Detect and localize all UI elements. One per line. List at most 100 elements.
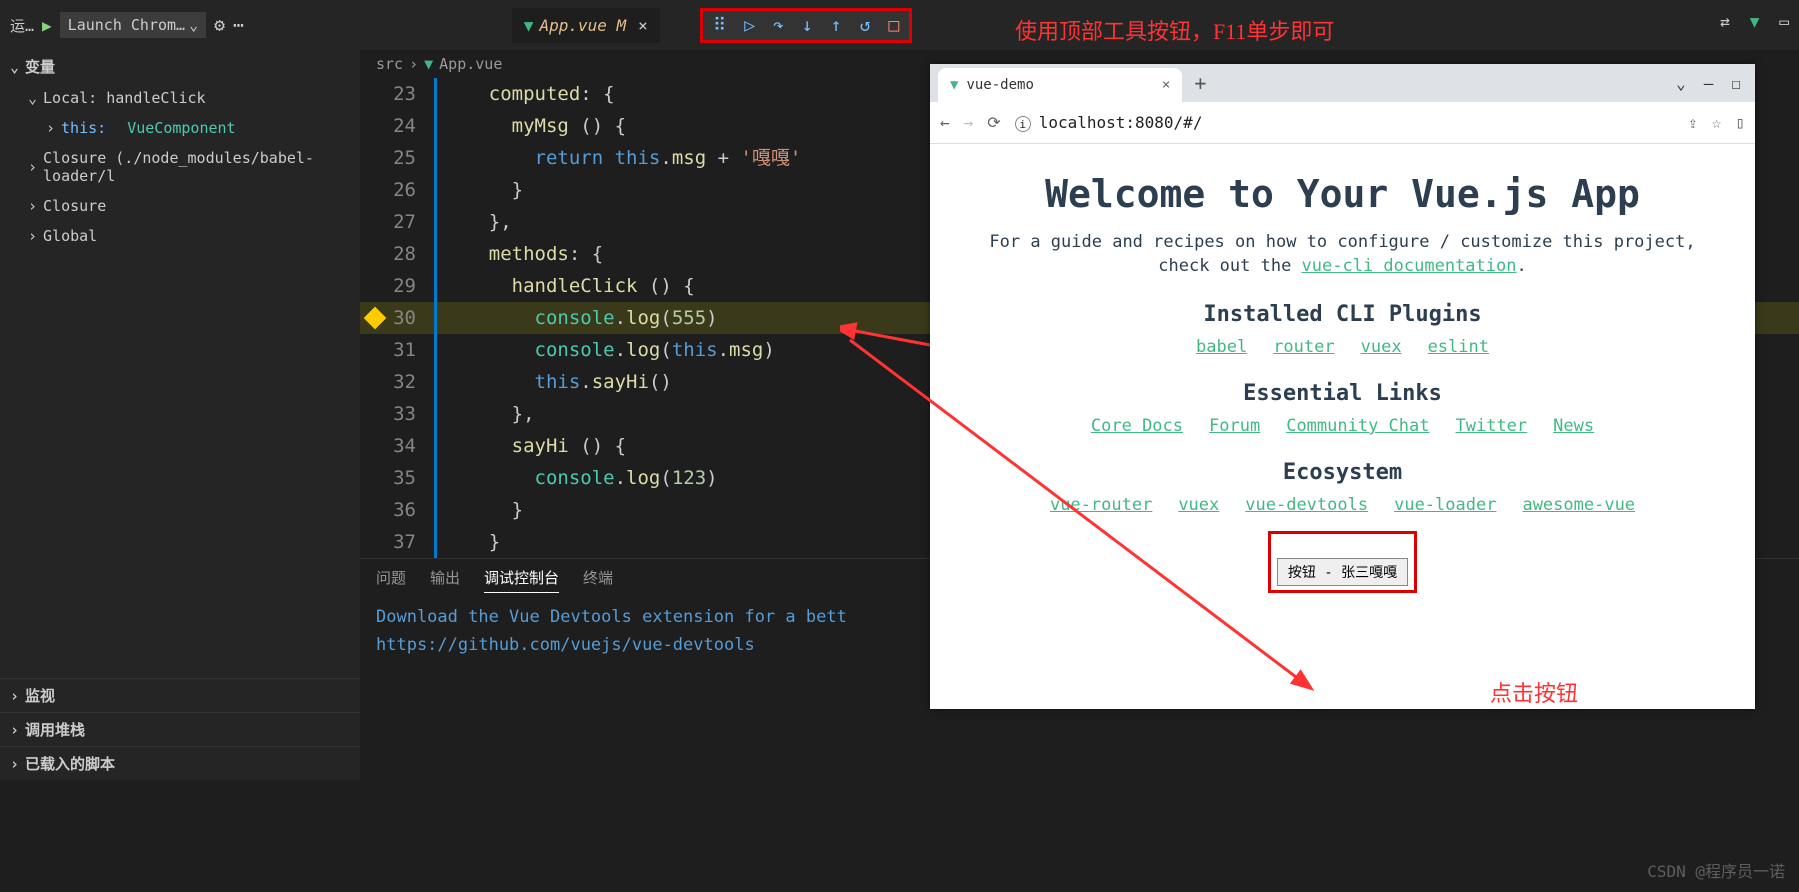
breakpoint-gutter[interactable] xyxy=(360,142,390,174)
restart-icon[interactable]: ↺ xyxy=(860,15,871,36)
section-loaded-scripts[interactable]: ›已载入的脚本 xyxy=(0,746,360,780)
code-text: console.log(555) xyxy=(434,302,718,334)
minimize-icon[interactable]: — xyxy=(1704,74,1714,93)
reload-icon[interactable]: ⟳ xyxy=(987,113,1000,132)
page-link[interactable]: Forum xyxy=(1209,416,1260,436)
play-icon[interactable]: ▶ xyxy=(42,16,52,35)
code-text: computed: { xyxy=(434,78,615,110)
breakpoint-gutter[interactable] xyxy=(360,462,390,494)
section-watch-label: 监视 xyxy=(25,685,55,706)
page-link[interactable]: Twitter xyxy=(1456,416,1528,436)
run-label: 运… xyxy=(10,15,34,36)
page-link[interactable]: News xyxy=(1553,416,1594,436)
launch-config-select[interactable]: Launch Chrom… ⌄ xyxy=(60,12,206,38)
chevron-right-icon: › xyxy=(46,119,55,137)
breakpoint-gutter[interactable] xyxy=(360,526,390,558)
step-over-icon[interactable]: ↷ xyxy=(773,15,784,36)
line-number: 36 xyxy=(390,494,434,526)
heading-ecosystem: Ecosystem xyxy=(960,460,1725,485)
step-out-icon[interactable]: ↑ xyxy=(831,15,842,36)
breakpoint-gutter[interactable] xyxy=(360,302,390,334)
breakpoint-gutter[interactable] xyxy=(360,206,390,238)
section-loaded-label: 已载入的脚本 xyxy=(25,753,115,774)
demo-button[interactable]: 按钮 - 张三嘎嘎 xyxy=(1277,558,1408,586)
page-link[interactable]: Community Chat xyxy=(1286,416,1429,436)
share-icon[interactable]: ⇪ xyxy=(1688,113,1698,132)
more-icon[interactable]: ⋯ xyxy=(233,15,244,36)
code-text: sayHi () { xyxy=(434,430,626,462)
step-into-icon[interactable]: ↓ xyxy=(802,15,813,36)
line-number: 33 xyxy=(390,398,434,430)
editor-tab[interactable]: ▼ App.vue M × xyxy=(512,8,660,43)
close-tab-icon[interactable]: × xyxy=(638,16,648,35)
page-link[interactable]: awesome-vue xyxy=(1522,495,1635,515)
back-icon[interactable]: ← xyxy=(940,113,950,132)
chevron-down-icon[interactable]: ⌄ xyxy=(1676,74,1686,93)
line-number: 35 xyxy=(390,462,434,494)
heading-essential: Essential Links xyxy=(960,381,1725,406)
section-variables-label: 变量 xyxy=(25,56,55,77)
scope-local[interactable]: ⌄Local: handleClick xyxy=(0,83,360,113)
section-watch[interactable]: › 监视 xyxy=(0,678,360,712)
close-tab-icon[interactable]: × xyxy=(1162,77,1170,93)
page-link[interactable]: eslint xyxy=(1428,337,1489,357)
drag-handle-icon[interactable]: ⠿ xyxy=(713,15,726,36)
doc-link[interactable]: vue-cli documentation xyxy=(1302,256,1517,276)
compare-icon[interactable]: ⇄ xyxy=(1720,12,1730,31)
gear-icon[interactable]: ⚙ xyxy=(214,15,225,36)
breakpoint-gutter[interactable] xyxy=(360,398,390,430)
breadcrumb-src: src xyxy=(376,55,403,73)
breakpoint-gutter[interactable] xyxy=(360,366,390,398)
chevron-right-icon: › xyxy=(10,721,19,739)
terminal-tab[interactable]: 问题 xyxy=(376,567,406,593)
page-link[interactable]: router xyxy=(1273,337,1334,357)
maximize-icon[interactable]: ☐ xyxy=(1731,74,1741,93)
page-link[interactable]: Core Docs xyxy=(1091,416,1183,436)
section-callstack[interactable]: ›调用堆栈 xyxy=(0,712,360,746)
breakpoint-gutter[interactable] xyxy=(360,430,390,462)
code-text: methods: { xyxy=(434,238,603,270)
star-icon[interactable]: ☆ xyxy=(1712,113,1722,132)
page-link[interactable]: vue-devtools xyxy=(1245,495,1368,515)
terminal-tab[interactable]: 调试控制台 xyxy=(484,567,559,593)
var-this[interactable]: ›this: VueComponent xyxy=(0,113,360,143)
page-link[interactable]: vuex xyxy=(1178,495,1219,515)
panel-icon[interactable]: ▯ xyxy=(1735,113,1745,132)
line-number: 37 xyxy=(390,526,434,558)
breakpoint-gutter[interactable] xyxy=(360,238,390,270)
browser-tab[interactable]: ▼ vue-demo × xyxy=(938,68,1182,102)
page-link[interactable]: vue-loader xyxy=(1394,495,1496,515)
line-number: 28 xyxy=(390,238,434,270)
address-field[interactable]: ilocalhost:8080/#/ xyxy=(1015,113,1674,133)
breakpoint-gutter[interactable] xyxy=(360,174,390,206)
layout-icon[interactable]: ▭ xyxy=(1779,12,1789,31)
page-link[interactable]: babel xyxy=(1196,337,1247,357)
page-link[interactable]: vue-router xyxy=(1050,495,1152,515)
stop-icon[interactable]: □ xyxy=(888,15,899,36)
heading-plugins: Installed CLI Plugins xyxy=(960,302,1725,327)
chevron-right-icon: › xyxy=(10,687,19,705)
line-number: 27 xyxy=(390,206,434,238)
scope-closure-long-label: Closure (./node_modules/babel-loader/l xyxy=(43,149,350,185)
demo-button-highlight: 按钮 - 张三嘎嘎 xyxy=(1268,531,1417,593)
terminal-tab[interactable]: 输出 xyxy=(430,567,460,593)
chevron-right-icon: › xyxy=(28,227,37,245)
scope-closure-label: Closure xyxy=(43,197,106,215)
line-number: 30 xyxy=(390,302,434,334)
new-tab-icon[interactable]: + xyxy=(1194,71,1206,95)
browser-addressbar: ← → ⟳ ilocalhost:8080/#/ ⇪ ☆ ▯ xyxy=(930,102,1755,144)
section-variables[interactable]: ⌄变量 xyxy=(0,50,360,83)
continue-icon[interactable]: ▷ xyxy=(744,15,755,36)
breakpoint-gutter[interactable] xyxy=(360,270,390,302)
breakpoint-gutter[interactable] xyxy=(360,494,390,526)
breakpoint-gutter[interactable] xyxy=(360,110,390,142)
scope-global[interactable]: ›Global xyxy=(0,221,360,251)
scope-closure[interactable]: ›Closure xyxy=(0,191,360,221)
vue-status-icon[interactable]: ▼ xyxy=(1750,12,1760,31)
page-link[interactable]: vuex xyxy=(1361,337,1402,357)
breakpoint-gutter[interactable] xyxy=(360,334,390,366)
scope-closure-long[interactable]: ›Closure (./node_modules/babel-loader/l xyxy=(0,143,360,191)
forward-icon[interactable]: → xyxy=(964,113,974,132)
terminal-tab[interactable]: 终端 xyxy=(583,567,613,593)
breakpoint-gutter[interactable] xyxy=(360,78,390,110)
